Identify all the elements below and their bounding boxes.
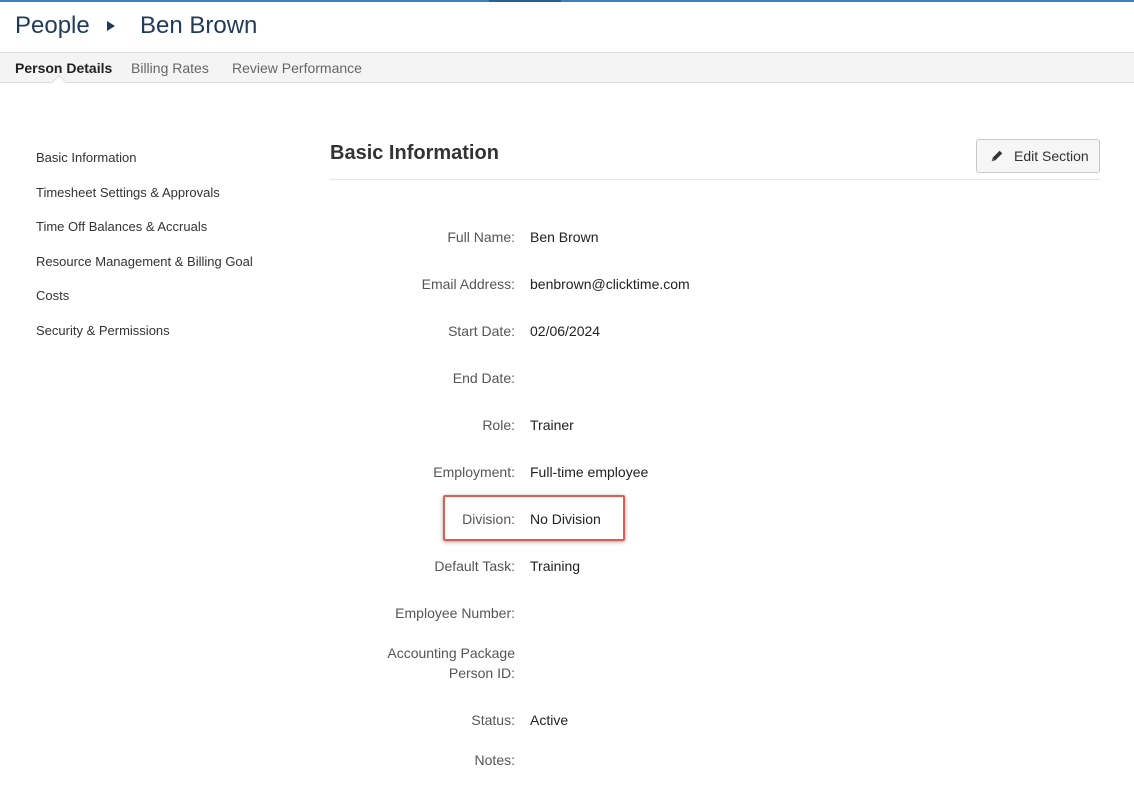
tab-billing-rates[interactable]: Billing Rates bbox=[131, 60, 209, 76]
label-email: Email Address: bbox=[421, 276, 515, 292]
value-email: benbrown@clicktime.com bbox=[530, 276, 690, 292]
edit-section-label: Edit Section bbox=[1014, 148, 1089, 164]
pencil-icon bbox=[991, 150, 1003, 162]
value-employment: Full-time employee bbox=[530, 464, 649, 480]
label-employment: Employment: bbox=[433, 464, 515, 480]
sidenav-time-off-balances[interactable]: Time Off Balances & Accruals bbox=[36, 217, 296, 252]
label-accounting-id-line2: Person ID: bbox=[448, 665, 515, 681]
edit-section-button[interactable]: Edit Section bbox=[976, 139, 1100, 173]
page-header: People Ben Brown bbox=[0, 2, 1134, 52]
section-title: Basic Information bbox=[330, 142, 499, 164]
tab-review-performance[interactable]: Review Performance bbox=[232, 60, 362, 76]
label-end-date: End Date: bbox=[452, 370, 515, 386]
label-accounting-id-line1: Accounting Package bbox=[387, 645, 515, 661]
breadcrumb-people[interactable]: People bbox=[15, 12, 90, 40]
sidenav-timesheet-settings[interactable]: Timesheet Settings & Approvals bbox=[36, 183, 296, 218]
label-role: Role: bbox=[482, 417, 515, 433]
label-default-task: Default Task: bbox=[434, 558, 515, 574]
active-tab-indicator bbox=[51, 74, 67, 90]
breadcrumb-arrow-icon bbox=[107, 21, 115, 31]
value-role: Trainer bbox=[530, 417, 574, 433]
section-divider bbox=[330, 179, 1100, 180]
tab-bar: Person Details Billing Rates Review Perf… bbox=[0, 52, 1134, 90]
division-highlight-box bbox=[443, 495, 625, 541]
breadcrumb-current-person: Ben Brown bbox=[140, 12, 258, 39]
label-notes: Notes: bbox=[474, 752, 515, 768]
sidenav-resource-management[interactable]: Resource Management & Billing Goal bbox=[36, 252, 296, 287]
sidenav-costs[interactable]: Costs bbox=[36, 286, 296, 321]
label-status: Status: bbox=[471, 712, 515, 728]
value-start-date: 02/06/2024 bbox=[530, 323, 601, 339]
sidenav-security-permissions[interactable]: Security & Permissions bbox=[36, 321, 296, 356]
label-start-date: Start Date: bbox=[448, 323, 515, 339]
tab-person-details[interactable]: Person Details bbox=[15, 60, 112, 76]
value-full-name: Ben Brown bbox=[530, 229, 599, 245]
label-employee-number: Employee Number: bbox=[395, 605, 515, 621]
value-default-task: Training bbox=[530, 558, 581, 574]
section-nav: Basic Information Timesheet Settings & A… bbox=[36, 148, 296, 356]
label-full-name: Full Name: bbox=[447, 229, 515, 245]
value-status: Active bbox=[530, 712, 569, 728]
sidenav-basic-information[interactable]: Basic Information bbox=[36, 148, 296, 183]
